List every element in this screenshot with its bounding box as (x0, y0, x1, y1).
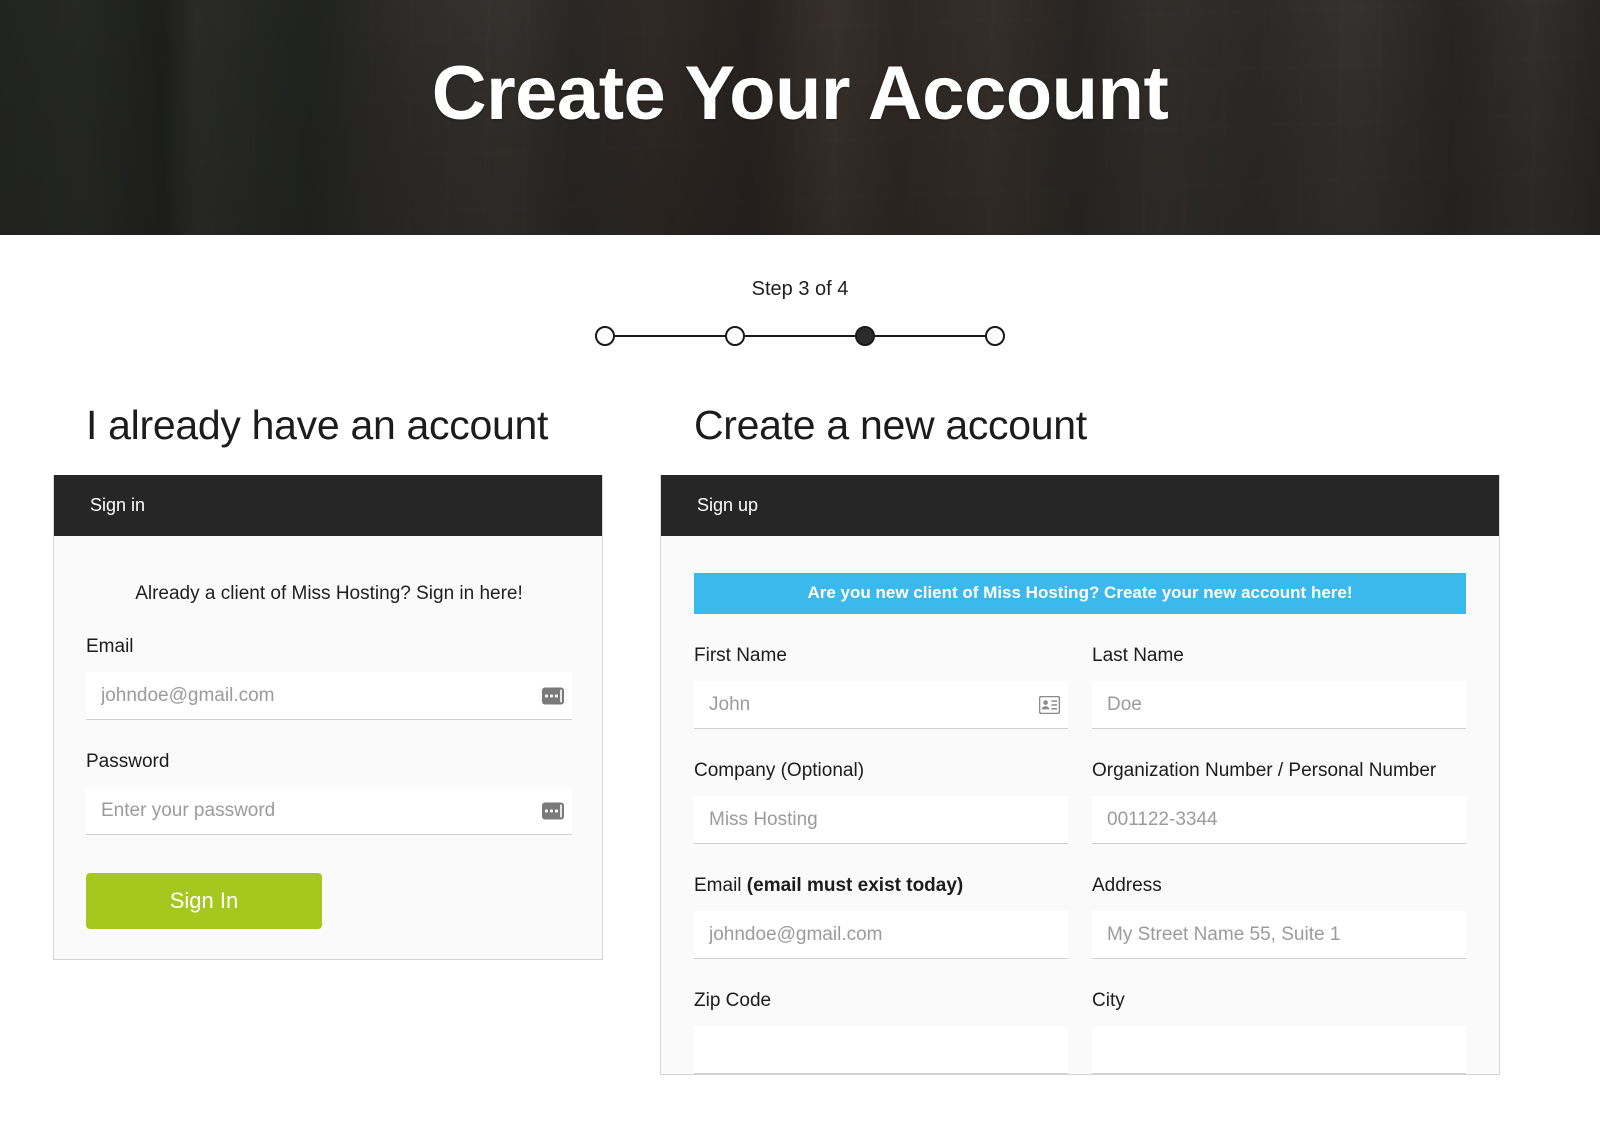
sign-in-button[interactable]: Sign In (86, 873, 322, 930)
orgnumber-input-wrap[interactable] (1092, 796, 1466, 845)
zip-input-wrap[interactable] (694, 1026, 1068, 1075)
signin-password-input-wrap[interactable] (86, 787, 572, 836)
step-dot-4[interactable] (985, 326, 1005, 346)
zip-input[interactable] (694, 1026, 1068, 1074)
step-dot-2[interactable] (725, 326, 745, 346)
signin-password-field: Password (86, 750, 572, 836)
city-input-wrap[interactable] (1092, 1026, 1466, 1075)
signup-email-label-bold: (email must exist today) (746, 875, 964, 897)
signup-email-label-normal: Email (694, 875, 747, 897)
signup-row-names: First Name John Last Name Doe (694, 614, 1466, 730)
zip-cell: Zip Code (694, 959, 1080, 1075)
company-field: Company (Optional) (694, 759, 1068, 845)
address-field: Address (1092, 874, 1466, 960)
first-name-input-wrap[interactable] (694, 681, 1068, 730)
company-input[interactable] (694, 796, 1068, 844)
address-input[interactable] (1092, 911, 1466, 959)
city-field: City (1092, 989, 1466, 1075)
signin-email-input-wrap[interactable] (86, 672, 572, 721)
last-name-input-wrap[interactable] (1092, 681, 1466, 730)
contact-card-icon[interactable] (1038, 695, 1061, 714)
zip-label: Zip Code (694, 990, 772, 1012)
signup-panel-title: Sign up (661, 475, 1499, 537)
step-dot-1[interactable] (595, 326, 615, 346)
signup-email-field: Email (email must exist today) (694, 874, 1068, 960)
address-cell: Address (1080, 844, 1466, 960)
address-input-wrap[interactable] (1092, 911, 1466, 960)
orgnumber-input[interactable] (1092, 796, 1466, 844)
page-title: Create Your Account (431, 51, 1169, 136)
orgnumber-field: Organization Number / Personal Number (1092, 759, 1466, 845)
first-name-input[interactable] (694, 681, 1068, 729)
last-name-label: Last Name (1092, 645, 1184, 667)
signup-panel-body: Are you new client of Miss Hosting? Crea… (661, 573, 1499, 1075)
signup-email-input[interactable] (694, 911, 1068, 959)
signup-email-cell: Email (email must exist today) (694, 844, 1080, 960)
signin-column: I already have an account Sign in Alread… (53, 402, 603, 1075)
signup-panel: Sign up Are you new client of Miss Hosti… (660, 475, 1500, 1076)
step-dot-3-current[interactable] (855, 326, 875, 346)
hero-banner: Create Your Account (0, 0, 1600, 235)
signin-panel-title: Sign in (54, 475, 602, 537)
signup-banner: Are you new client of Miss Hosting? Crea… (694, 573, 1466, 615)
orgnumber-label: Organization Number / Personal Number (1092, 760, 1437, 782)
autofill-dots-icon[interactable] (542, 687, 564, 705)
city-label: City (1092, 990, 1125, 1012)
signin-email-input[interactable] (86, 672, 572, 720)
orgnumber-cell: Organization Number / Personal Number (1080, 729, 1466, 845)
signup-row-email-address: Email (email must exist today) Address (694, 844, 1466, 960)
signin-intro-text: Already a client of Miss Hosting? Sign i… (135, 583, 523, 605)
stepper-label: Step 3 of 4 (751, 278, 849, 300)
first-name-label: First Name (694, 645, 787, 667)
zip-field: Zip Code (694, 989, 1068, 1075)
city-input[interactable] (1092, 1026, 1466, 1074)
signin-email-label: Email (86, 636, 134, 658)
signup-column: Create a new account Sign up Are you new… (660, 402, 1500, 1076)
signup-email-input-wrap[interactable] (694, 911, 1068, 960)
signin-password-input[interactable] (86, 787, 572, 835)
stepper-connector-line (604, 335, 996, 337)
signin-panel: Sign in Already a client of Miss Hosting… (53, 475, 603, 961)
autofill-dots-icon[interactable] (542, 802, 564, 820)
signup-email-label: Email (email must exist today) (694, 874, 1068, 898)
company-label: Company (Optional) (694, 760, 865, 782)
city-cell: City (1080, 959, 1466, 1075)
signin-password-label: Password (86, 751, 170, 773)
main-columns: I already have an account Sign in Alread… (0, 402, 1600, 1076)
last-name-input[interactable] (1092, 681, 1466, 729)
signin-heading: I already have an account (86, 402, 549, 448)
signin-panel-body: Already a client of Miss Hosting? Sign i… (54, 536, 602, 959)
first-name-cell: First Name (694, 614, 1080, 730)
signup-row-zip-city: Zip Code City (694, 959, 1466, 1075)
address-label: Address (1092, 875, 1162, 897)
last-name-cell: Last Name (1080, 614, 1466, 730)
last-name-field: Last Name (1092, 644, 1466, 730)
company-cell: Company (Optional) (694, 729, 1080, 845)
stepper-track (595, 323, 1005, 349)
signup-heading: Create a new account (694, 402, 1087, 448)
first-name-field: First Name (694, 644, 1068, 730)
progress-stepper: Step 3 of 4 (0, 235, 1600, 349)
signup-row-company: Company (Optional) Organization Number /… (694, 729, 1466, 845)
signin-email-field: Email (86, 635, 572, 721)
company-input-wrap[interactable] (694, 796, 1068, 845)
